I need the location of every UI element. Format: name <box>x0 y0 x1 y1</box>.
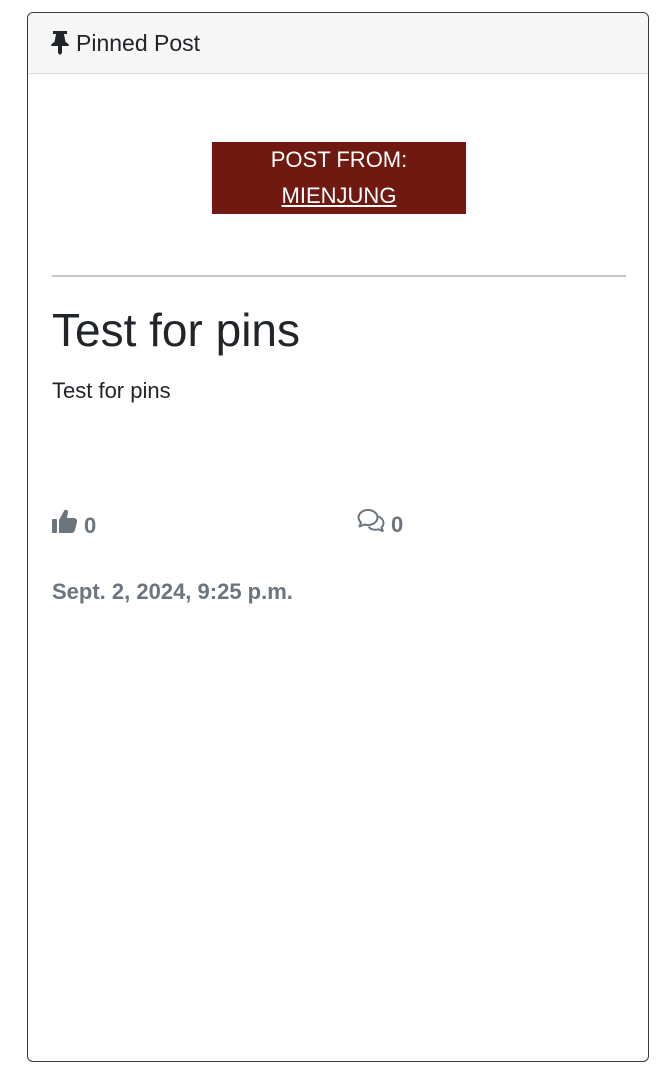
post-author-link[interactable]: MIENJUNG <box>282 178 397 214</box>
post-title: Test for pins <box>52 304 300 356</box>
pinned-post-card: Pinned Post POST FROM: MIENJUNG Test for… <box>27 12 649 1062</box>
thumbs-up-icon[interactable] <box>52 508 84 543</box>
likes-stat[interactable]: 0 <box>52 508 96 543</box>
comments-count: 0 <box>391 511 404 537</box>
thumbtack-icon <box>50 30 70 56</box>
post-timestamp: Sept. 2, 2024, 9:25 p.m. <box>52 579 293 604</box>
comments-icon[interactable] <box>357 508 391 541</box>
divider <box>52 275 626 277</box>
post-content: Test for pins <box>52 378 171 403</box>
post-stats: 0 0 <box>52 508 626 540</box>
comments-stat[interactable]: 0 <box>357 508 403 541</box>
card-header-title: Pinned Post <box>76 29 201 56</box>
post-author-label: POST FROM: <box>270 147 408 172</box>
likes-count: 0 <box>84 512 97 538</box>
card-header: Pinned Post <box>28 13 648 74</box>
post-author-box: POST FROM: MIENJUNG <box>212 142 466 214</box>
